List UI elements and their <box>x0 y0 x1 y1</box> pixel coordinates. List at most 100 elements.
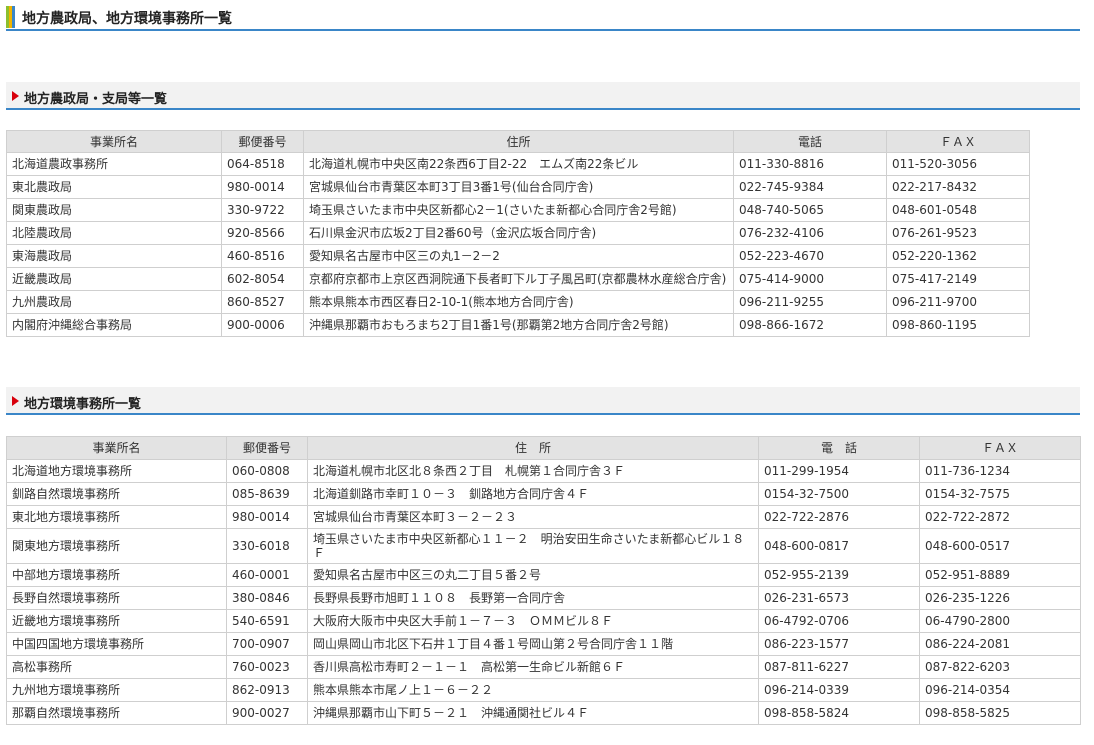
address-cell: 愛知県名古屋市中区三の丸1－2－2 <box>303 244 734 268</box>
address-cell: 愛知県名古屋市中区三の丸二丁目５番２号 <box>307 563 759 587</box>
table-row: 九州地方環境事務所 862-0913 熊本県熊本市尾ノ上１－６－２２ 096-214-… <box>6 678 1081 702</box>
postal-code-cell: 330-9722 <box>221 198 304 222</box>
postal-code-cell: 862-0913 <box>226 678 308 702</box>
office-name-cell: 那覇自然環境事務所 <box>6 701 227 725</box>
table-row: 中部地方環境事務所 460-0001 愛知県名古屋市中区三の丸二丁目５番２号 052-… <box>6 563 1081 587</box>
office-name-cell: 東北農政局 <box>6 175 222 199</box>
phone-cell: 052-955-2139 <box>758 563 920 587</box>
table-row: 北陸農政局 920-8566 石川県金沢市広坂2丁目2番60号（金沢広坂合同庁舎) 0… <box>6 221 1030 245</box>
office-name-cell: 東北地方環境事務所 <box>6 505 227 529</box>
phone-cell: 022-745-9384 <box>733 175 887 199</box>
office-name-cell: 北海道地方環境事務所 <box>6 459 227 483</box>
table-row: 那覇自然環境事務所 900-0027 沖縄県那覇市山下町５－２１ 沖縄通関社ビル４Ｆ… <box>6 701 1081 725</box>
fax-cell: 048-601-0548 <box>886 198 1030 222</box>
postal-code-cell: 380-0846 <box>226 586 308 610</box>
postal-code-cell: 860-8527 <box>221 290 304 314</box>
section-title: 地方農政局・支局等一覧 <box>24 92 168 107</box>
fax-cell: 098-858-5825 <box>919 701 1081 725</box>
postal-code-cell: 085-8639 <box>226 482 308 506</box>
phone-cell: 075-414-9000 <box>733 267 887 291</box>
column-header: 事業所名 <box>6 436 227 460</box>
fax-cell: 048-600-0517 <box>919 528 1081 564</box>
postal-code-cell: 980-0014 <box>221 175 304 199</box>
triangle-bullet-icon <box>12 396 19 406</box>
office-name-cell: 長野自然環境事務所 <box>6 586 227 610</box>
fax-cell: 0154-32-7575 <box>919 482 1081 506</box>
phone-cell: 096-211-9255 <box>733 290 887 314</box>
column-header: 郵便番号 <box>226 436 308 460</box>
postal-code-cell: 460-0001 <box>226 563 308 587</box>
table-header-row: 事業所名 郵便番号 住 所 電 話 ＦＡＸ <box>6 436 1081 460</box>
table-row: 内閣府沖縄総合事務局 900-0006 沖縄県那覇市おもろまち2丁目1番1号(那覇第… <box>6 313 1030 337</box>
table-row: 北海道農政事務所 064-8518 北海道札幌市中央区南22条西6丁目2-22 エム… <box>6 152 1030 176</box>
phone-cell: 098-858-5824 <box>758 701 920 725</box>
phone-cell: 0154-32-7500 <box>758 482 920 506</box>
postal-code-cell: 760-0023 <box>226 655 308 679</box>
address-cell: 岡山県岡山市北区下石井１丁目４番１号岡山第２号合同庁舎１１階 <box>307 632 759 656</box>
address-cell: 沖縄県那覇市おもろまち2丁目1番1号(那覇第2地方合同庁舎2号館) <box>303 313 734 337</box>
fax-cell: 052-951-8889 <box>919 563 1081 587</box>
column-header: ＦＡＸ <box>886 130 1030 153</box>
address-cell: 宮城県仙台市青葉区本町３－２－２３ <box>307 505 759 529</box>
phone-cell: 076-232-4106 <box>733 221 887 245</box>
column-header: 郵便番号 <box>221 130 304 153</box>
table-row: 中国四国地方環境事務所 700-0907 岡山県岡山市北区下石井１丁目４番１号岡山第… <box>6 632 1081 656</box>
page-title-bar: 地方農政局、地方環境事務所一覧 <box>6 5 1080 31</box>
phone-cell: 052-223-4670 <box>733 244 887 268</box>
table-row: 近畿農政局 602-8054 京都府京都市上京区西洞院通下長者町下ル丁子風呂町(京都… <box>6 267 1030 291</box>
fax-cell: 087-822-6203 <box>919 655 1081 679</box>
column-header: 住 所 <box>307 436 759 460</box>
office-name-cell: 関東地方環境事務所 <box>6 528 227 564</box>
column-header: 事業所名 <box>6 130 222 153</box>
fax-cell: 075-417-2149 <box>886 267 1030 291</box>
address-cell: 埼玉県さいたま市中央区新都心2－1(さいたま新都心合同庁舎2号館) <box>303 198 734 222</box>
address-cell: 熊本県熊本市尾ノ上１－６－２２ <box>307 678 759 702</box>
phone-cell: 086-223-1577 <box>758 632 920 656</box>
phone-cell: 096-214-0339 <box>758 678 920 702</box>
phone-cell: 098-866-1672 <box>733 313 887 337</box>
address-cell: 埼玉県さいたま市中央区新都心１１－２ 明治安田生命さいたま新都心ビル１８Ｆ <box>307 528 759 564</box>
office-name-cell: 近畿地方環境事務所 <box>6 609 227 633</box>
table-row: 関東農政局 330-9722 埼玉県さいたま市中央区新都心2－1(さいたま新都心合同… <box>6 198 1030 222</box>
phone-cell: 048-600-0817 <box>758 528 920 564</box>
triangle-bullet-icon <box>12 91 19 101</box>
postal-code-cell: 920-8566 <box>221 221 304 245</box>
postal-code-cell: 980-0014 <box>226 505 308 529</box>
fax-cell: 086-224-2081 <box>919 632 1081 656</box>
office-name-cell: 中国四国地方環境事務所 <box>6 632 227 656</box>
table-row: 東北農政局 980-0014 宮城県仙台市青葉区本町3丁目3番1号(仙台合同庁舎) 0… <box>6 175 1030 199</box>
table-row: 東海農政局 460-8516 愛知県名古屋市中区三の丸1－2－2 052-223-46… <box>6 244 1030 268</box>
phone-cell: 087-811-6227 <box>758 655 920 679</box>
office-name-cell: 九州農政局 <box>6 290 222 314</box>
section-heading-environment: 地方環境事務所一覧 <box>6 387 1080 415</box>
phone-cell: 011-330-8816 <box>733 152 887 176</box>
column-header: 住所 <box>303 130 734 153</box>
fax-cell: 022-722-2872 <box>919 505 1081 529</box>
fax-cell: 026-235-1226 <box>919 586 1081 610</box>
environment-offices-table: 事業所名 郵便番号 住 所 電 話 ＦＡＸ 北海道地方環境事務所 060-0808… <box>6 436 1081 725</box>
office-name-cell: 関東農政局 <box>6 198 222 222</box>
office-name-cell: 北海道農政事務所 <box>6 152 222 176</box>
table-header-row: 事業所名 郵便番号 住所 電話 ＦＡＸ <box>6 130 1030 153</box>
title-accent-blue <box>12 6 15 28</box>
fax-cell: 011-736-1234 <box>919 459 1081 483</box>
phone-cell: 048-740-5065 <box>733 198 887 222</box>
column-header: 電話 <box>733 130 887 153</box>
postal-code-cell: 460-8516 <box>221 244 304 268</box>
address-cell: 熊本県熊本市西区春日2-10-1(熊本地方合同庁舎) <box>303 290 734 314</box>
postal-code-cell: 064-8518 <box>221 152 304 176</box>
office-name-cell: 近畿農政局 <box>6 267 222 291</box>
address-cell: 香川県高松市寿町２－１－１ 高松第一生命ビル新館６Ｆ <box>307 655 759 679</box>
address-cell: 沖縄県那覇市山下町５－２１ 沖縄通関社ビル４Ｆ <box>307 701 759 725</box>
address-cell: 北海道釧路市幸町１０－３ 釧路地方合同庁舎４Ｆ <box>307 482 759 506</box>
page-title: 地方農政局、地方環境事務所一覧 <box>22 11 232 27</box>
address-cell: 大阪府大阪市中央区大手前１－７－３ ＯＭＭビル８Ｆ <box>307 609 759 633</box>
office-name-cell: 九州地方環境事務所 <box>6 678 227 702</box>
postal-code-cell: 540-6591 <box>226 609 308 633</box>
office-name-cell: 高松事務所 <box>6 655 227 679</box>
agriculture-offices-table: 事業所名 郵便番号 住所 電話 ＦＡＸ 北海道農政事務所 064-8518 北海道札… <box>6 130 1030 337</box>
table-row: 近畿地方環境事務所 540-6591 大阪府大阪市中央区大手前１－７－３ ＯＭＭビル… <box>6 609 1081 633</box>
office-name-cell: 中部地方環境事務所 <box>6 563 227 587</box>
table-row: 関東地方環境事務所 330-6018 埼玉県さいたま市中央区新都心１１－２ 明治安田… <box>6 528 1081 564</box>
address-cell: 石川県金沢市広坂2丁目2番60号（金沢広坂合同庁舎) <box>303 221 734 245</box>
